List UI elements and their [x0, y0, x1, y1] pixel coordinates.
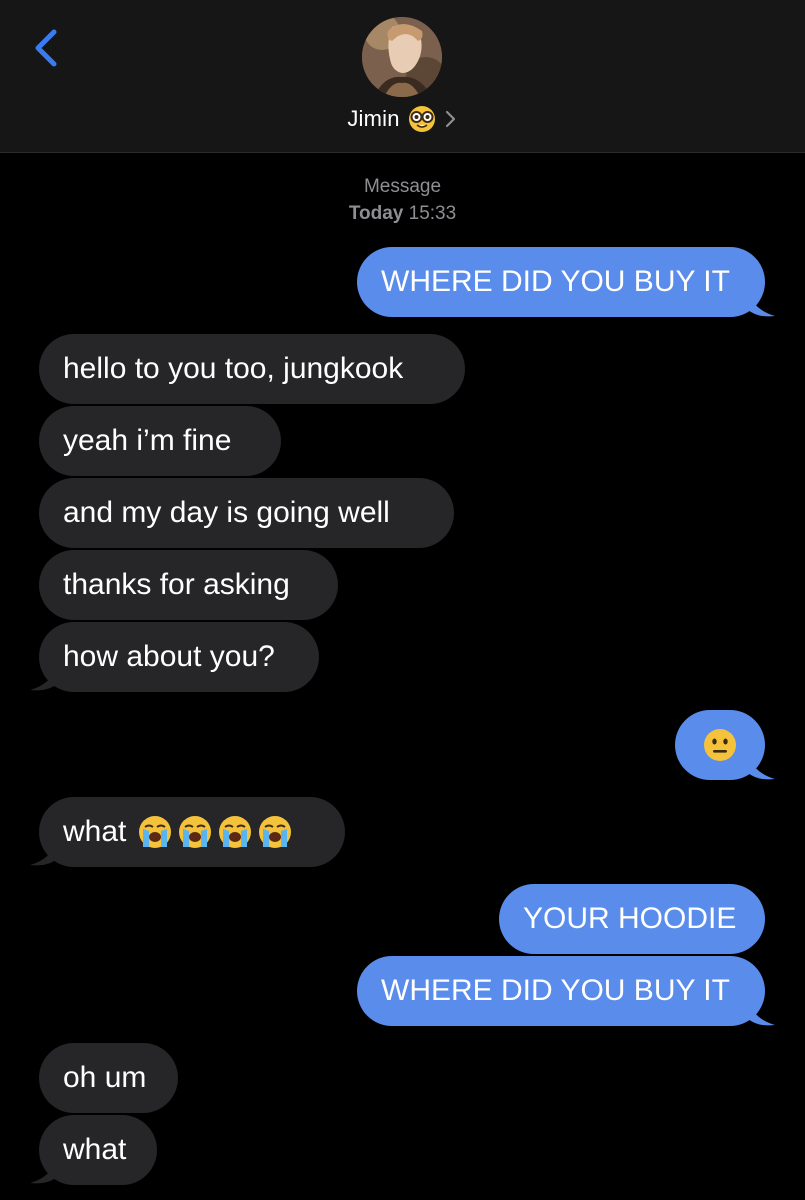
neutral-face-icon — [704, 729, 736, 761]
message-text: YOUR HOODIE — [523, 902, 737, 935]
message-text: how about you? — [63, 640, 275, 673]
message-text: what — [63, 1133, 127, 1166]
chevron-right-icon — [445, 110, 455, 128]
back-button[interactable] — [28, 26, 68, 74]
message-text: WHERE DID YOU BUY IT — [381, 265, 730, 298]
thread-timestamp: Today 15:33 — [0, 203, 805, 225]
bubble-tail — [748, 292, 775, 317]
conversation-header: Jimin — [0, 0, 805, 153]
message-bubble-outgoing[interactable]: WHERE DID YOU BUY IT — [357, 247, 765, 317]
service-label: Message — [363, 176, 442, 197]
message-text: oh um — [63, 1061, 147, 1094]
message-bubble-incoming[interactable]: how about you? — [39, 622, 319, 692]
timestamp-day: Today — [348, 203, 404, 224]
message-bubble-incoming[interactable]: oh um — [39, 1043, 178, 1113]
message-bubble-incoming[interactable]: and my day is going well — [39, 478, 454, 548]
message-text: thanks for asking — [63, 568, 290, 601]
loudly-crying-face-icon — [219, 816, 252, 848]
message-text: what — [63, 815, 127, 848]
contact-avatar[interactable] — [362, 17, 442, 97]
timestamp-time: 15:33 — [408, 203, 457, 224]
message-text: hello to you too, jungkook — [63, 352, 404, 385]
bubble-tail — [30, 666, 57, 691]
message-text: yeah i’m fine — [63, 424, 232, 457]
message-text: WHERE DID YOU BUY IT — [381, 974, 730, 1007]
loudly-crying-face-icon — [139, 816, 172, 848]
message-bubble-incoming[interactable]: yeah i’m fine — [39, 406, 281, 476]
bubble-tail — [30, 841, 57, 866]
bubble-tail — [748, 1001, 775, 1026]
chevron-left-icon — [35, 29, 57, 67]
message-bubble-outgoing[interactable]: YOUR HOODIE — [499, 884, 765, 954]
bubble-tail — [748, 755, 775, 780]
loudly-crying-face-icon — [179, 816, 212, 848]
message-bubble-incoming[interactable]: what — [39, 797, 345, 867]
nerd-face-icon — [408, 106, 435, 132]
loudly-crying-face-icon — [259, 816, 292, 848]
message-bubble-incoming[interactable]: hello to you too, jungkook — [39, 334, 465, 404]
message-text: and my day is going well — [63, 496, 390, 529]
contact-name-row[interactable]: Jimin — [0, 104, 805, 134]
avatar-photo — [362, 17, 442, 97]
message-bubble-outgoing[interactable]: WHERE DID YOU BUY IT — [357, 956, 765, 1026]
contact-name: Jimin — [347, 106, 400, 131]
bubble-tail — [30, 1159, 57, 1184]
message-bubble-incoming[interactable]: thanks for asking — [39, 550, 338, 620]
